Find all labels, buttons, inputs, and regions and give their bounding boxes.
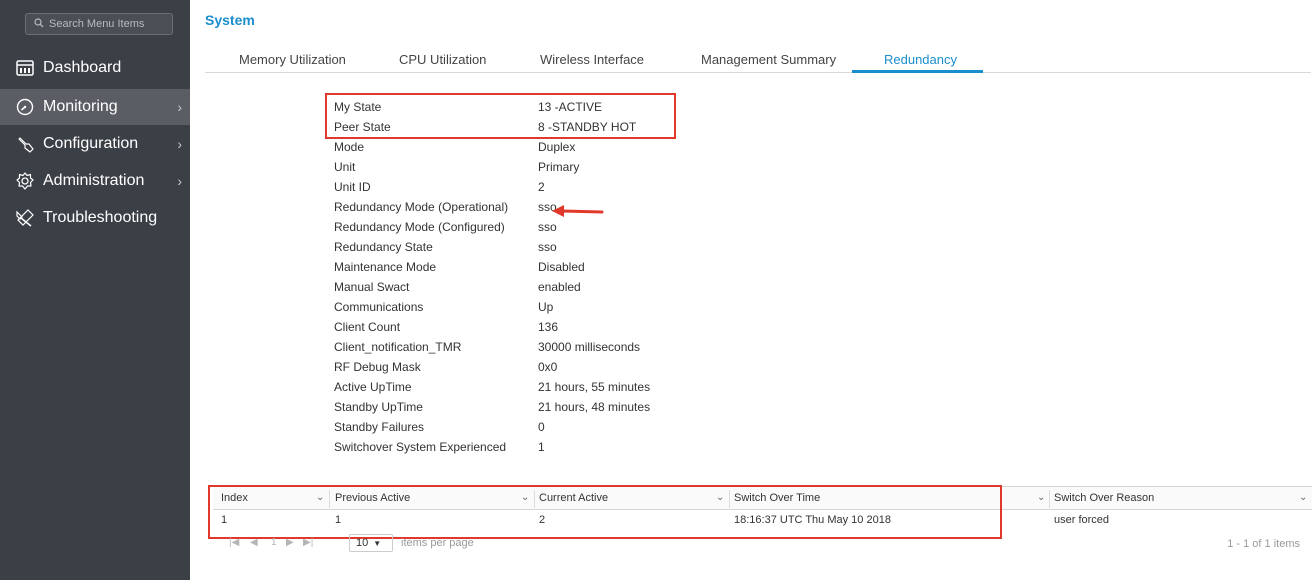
prop-row: RF Debug Mask 0x0 [334, 360, 734, 380]
table-highlight-box [208, 485, 1002, 539]
prop-value: Disabled [538, 260, 585, 274]
prop-label: Switchover System Experienced [334, 440, 507, 454]
prop-label: RF Debug Mask [334, 360, 421, 374]
prev-page-button[interactable]: ◀ [250, 537, 258, 548]
tab-wireless-interface[interactable]: Wireless Interface [540, 52, 644, 67]
prop-row: Unit Primary [334, 160, 734, 180]
chevron-right-icon: › [177, 173, 182, 189]
prop-row: Redundancy Mode (Configured) sso [334, 220, 734, 240]
sidebar-item-monitoring[interactable]: Monitoring › [0, 89, 190, 125]
sort-chevron-icon[interactable]: ⌄ [1299, 492, 1307, 503]
prop-value: 0 [538, 420, 545, 434]
prop-row: Redundancy Mode (Operational) sso [334, 200, 734, 220]
prop-label: Communications [334, 300, 424, 314]
gauge-icon [15, 97, 35, 117]
page-size-value: 10 [356, 537, 369, 549]
last-page-button[interactable]: ▶| [303, 537, 313, 548]
prop-row: Standby UpTime 21 hours, 48 minutes [334, 400, 734, 420]
cell-switch-over-reason: user forced [1054, 514, 1110, 526]
tab-redundancy[interactable]: Redundancy [884, 52, 957, 67]
next-page-button[interactable]: ▶ [286, 537, 294, 548]
prop-label: Mode [334, 140, 365, 154]
sidebar-item-administration[interactable]: Administration › [0, 163, 190, 199]
search-placeholder: Search Menu Items [49, 18, 145, 30]
prop-value: Primary [538, 160, 580, 174]
sidebar-item-configuration[interactable]: Configuration › [0, 126, 190, 162]
items-per-page-label: items per page [401, 537, 474, 549]
prop-value: 1 [538, 440, 545, 454]
dashboard-icon [15, 58, 35, 78]
page-size-select[interactable]: 10 ▼ [349, 534, 393, 552]
prop-label: Manual Swact [334, 280, 410, 294]
prop-label: Standby Failures [334, 420, 425, 434]
prop-label: Client_notification_TMR [334, 340, 462, 354]
dropdown-caret-icon: ▼ [373, 538, 382, 548]
table-pager: |◀ ◀ 1 ▶ ▶| 10 ▼ items per page 1 - 1 of… [213, 534, 1312, 554]
prop-value: 21 hours, 55 minutes [538, 380, 651, 394]
prop-row: Communications Up [334, 300, 734, 320]
state-highlight-box [325, 93, 676, 139]
sidebar-item-troubleshooting[interactable]: Troubleshooting [0, 200, 190, 236]
prop-row: Mode Duplex [334, 140, 734, 160]
prop-value: 0x0 [538, 360, 558, 374]
prop-label: Standby UpTime [334, 400, 423, 414]
tab-memory-utilization[interactable]: Memory Utilization [239, 52, 346, 67]
search-icon [34, 17, 44, 31]
search-menu-input[interactable]: Search Menu Items [25, 13, 173, 35]
sidebar-item-dashboard[interactable]: Dashboard [0, 50, 190, 86]
tab-cpu-utilization[interactable]: CPU Utilization [399, 52, 486, 67]
col-header-switch-over-reason[interactable]: Switch Over Reason [1054, 492, 1154, 504]
prop-row: Switchover System Experienced 1 [334, 440, 734, 460]
chevron-right-icon: › [177, 136, 182, 152]
prop-label: Redundancy Mode (Operational) [334, 200, 509, 214]
page-title: System [205, 12, 255, 28]
tab-bar: Memory Utilization CPU Utilization Wirel… [205, 44, 1311, 73]
prop-label: Redundancy Mode (Configured) [334, 220, 505, 234]
prop-row: Unit ID 2 [334, 180, 734, 200]
column-divider [1049, 490, 1050, 508]
prop-value: sso [538, 220, 557, 234]
prop-label: Unit ID [334, 180, 371, 194]
prop-row: Client_notification_TMR 30000 millisecond… [334, 340, 734, 360]
sidebar-item-label: Dashboard [43, 59, 122, 76]
sidebar-item-label: Troubleshooting [43, 209, 158, 226]
prop-row: Manual Swact enabled [334, 280, 734, 300]
wrench-icon [15, 134, 35, 154]
first-page-button[interactable]: |◀ [229, 537, 239, 548]
prop-value: Up [538, 300, 554, 314]
sort-chevron-icon[interactable]: ⌄ [1037, 492, 1045, 503]
prop-row: Active UpTime 21 hours, 55 minutes [334, 380, 734, 400]
gear-icon [15, 171, 35, 191]
current-page-number: 1 [271, 537, 277, 548]
prop-label: Active UpTime [334, 380, 412, 394]
prop-row: Redundancy State sso [334, 240, 734, 260]
prop-row: Standby Failures 0 [334, 420, 734, 440]
sidebar-item-label: Monitoring [43, 98, 118, 115]
tools-icon [15, 208, 35, 228]
prop-row: Client Count 136 [334, 320, 734, 340]
prop-value: 136 [538, 320, 559, 334]
prop-label: Client Count [334, 320, 401, 334]
prop-value: 2 [538, 180, 545, 194]
prop-value: Duplex [538, 140, 576, 154]
chevron-right-icon: › [177, 99, 182, 115]
prop-value: 30000 milliseconds [538, 340, 641, 354]
prop-value: sso [538, 240, 557, 254]
prop-value: enabled [538, 280, 581, 294]
prop-label: Unit [334, 160, 356, 174]
active-tab-indicator [852, 70, 983, 73]
tab-management-summary[interactable]: Management Summary [701, 52, 836, 67]
prop-row: Maintenance Mode Disabled [334, 260, 734, 280]
pager-count: 1 - 1 of 1 items [1227, 538, 1300, 550]
prop-label: Maintenance Mode [334, 260, 437, 274]
sidebar-item-label: Configuration [43, 135, 139, 152]
prop-label: Redundancy State [334, 240, 433, 254]
prop-value: 21 hours, 48 minutes [538, 400, 651, 414]
arrow-annotation-icon [552, 205, 604, 217]
sidebar: Search Menu Items Dashboard Monitoring ›… [0, 0, 190, 580]
sidebar-item-label: Administration [43, 172, 145, 189]
